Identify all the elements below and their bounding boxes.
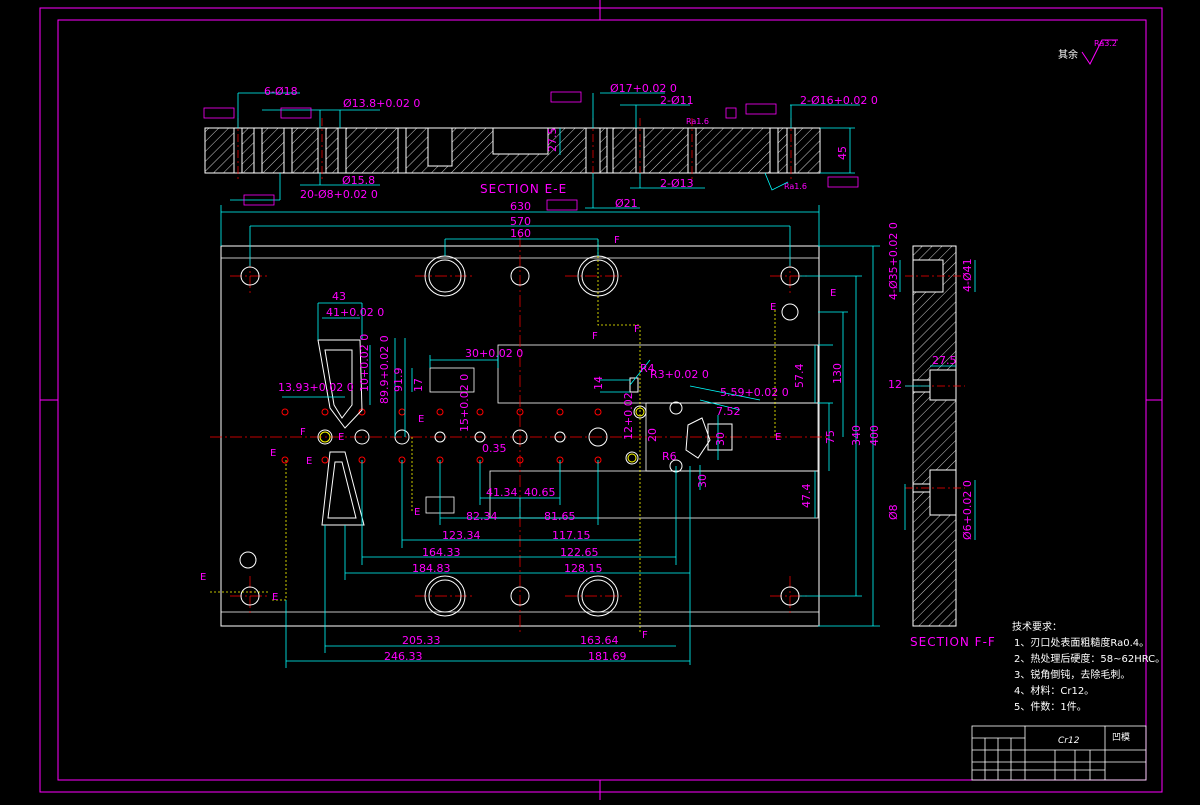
note-2: 2、热处理后硬度：58~62HRC。: [1014, 652, 1165, 665]
bottom-dim-r4-b: 122.65: [560, 546, 599, 559]
mid-dim-6: R3+0.02 0: [650, 368, 709, 381]
right-dim-2: 30: [714, 432, 727, 446]
mid-dim-7: 12+0.02: [622, 392, 635, 440]
section-ff-body: [912, 245, 957, 627]
right-dim-1: 7.52: [716, 405, 741, 418]
notes-heading: 技术要求：: [1012, 620, 1062, 633]
right-dim-8: 400: [868, 425, 881, 446]
top-dim-630: 630: [510, 200, 531, 213]
bottom-dim-r7-a: 246.33: [384, 650, 423, 663]
note-5: 5、件数：1件。: [1014, 700, 1087, 713]
left-dim-2: 10+0.02 0: [358, 334, 371, 392]
bottom-dim-r2-a: 82.34: [466, 510, 498, 523]
right-dim-3: 30: [696, 474, 709, 488]
mid-dim-4: 0.35: [482, 442, 507, 455]
cad-drawing-sheet: 其余 Ra3.2 6-Ø18 Ø13.8+0.02 0 Ø15.8 20-Ø8+…: [0, 0, 1200, 800]
note-4: 4、材料：Cr12。: [1014, 684, 1094, 697]
title-part-name: 凹模: [1112, 732, 1130, 743]
bottom-dim-r2-b: 81.65: [544, 510, 576, 523]
svg-text:F: F: [614, 235, 620, 246]
svg-text:F: F: [592, 331, 598, 342]
left-dim-1: 41+0.02 0: [326, 306, 384, 319]
mid-dim-1: 17: [412, 378, 425, 392]
roughness-value: Ra3.2: [1094, 39, 1117, 48]
svg-text:E: E: [830, 288, 836, 299]
mid-dim-3: 15+0.02 0: [458, 374, 471, 432]
section-ee-view: 6-Ø18 Ø13.8+0.02 0 Ø15.8 20-Ø8+0.02 0 Ø1…: [203, 82, 878, 211]
bottom-dim-r3-a: 123.34: [442, 529, 481, 542]
left-dim-5: 13.93+0.02 0: [278, 381, 354, 394]
bottom-dim-r6-a: 205.33: [402, 634, 441, 647]
right-dim-4: 57.4: [793, 364, 806, 389]
bottom-dim-r5-b: 128.15: [564, 562, 603, 575]
right-dim-9: 47.4: [800, 484, 813, 509]
bottom-dim-r7-b: 181.69: [588, 650, 627, 663]
ee-dim-10: 2-Ø16+0.02 0: [800, 94, 878, 107]
svg-text:F: F: [300, 427, 306, 438]
ff-dim-5: Ø6+0.02 0: [961, 480, 974, 540]
svg-text:F: F: [642, 630, 648, 641]
bottom-dim-r6-b: 163.64: [580, 634, 619, 647]
svg-text:E: E: [770, 302, 776, 313]
ee-dim-2: Ø15.8: [342, 174, 375, 187]
ee-dim-12: Ra1.6: [784, 182, 807, 191]
mid-dim-0: 30+0.02 0: [465, 347, 523, 360]
ff-dim-4: Ø8: [887, 504, 900, 520]
ee-dim-0: 6-Ø18: [264, 85, 298, 98]
svg-text:E: E: [418, 414, 424, 425]
right-dim-0: 5.59+0.02 0: [720, 386, 789, 399]
svg-text:E: E: [414, 507, 420, 518]
ee-dim-11: 45: [836, 146, 849, 160]
ff-dim-2: 27.5: [932, 354, 957, 367]
mid-dim-2: 14: [592, 376, 605, 390]
bottom-dim-r4-a: 164.33: [422, 546, 461, 559]
mid-dim-8: R6: [662, 450, 677, 463]
ee-dim-6: 27.5: [546, 128, 559, 153]
top-view: F F F E E E E E F E E E E E F 630 570 16…: [200, 200, 881, 668]
ee-dim-8: 2-Ø13: [660, 177, 694, 190]
section-markers: F F F E E E E E F E E E E E F: [200, 235, 836, 641]
left-dim-3: 89.9+0.02 0: [378, 335, 391, 404]
title-material: Cr12: [1058, 736, 1080, 746]
ee-dim-5: 2-Ø11: [660, 94, 694, 107]
bottom-dim-r1-b: 40.65: [524, 486, 556, 499]
section-ee-title: SECTION E-E: [480, 182, 567, 196]
technical-notes: 技术要求： 1、刃口处表面粗糙度Ra0.4。 2、热处理后硬度：58~62HRC…: [1012, 620, 1165, 713]
left-dim-4: 91.9: [392, 368, 405, 393]
svg-text:E: E: [272, 592, 278, 603]
svg-text:E: E: [270, 448, 276, 459]
ff-dim-0: 4-Ø35+0.02 0: [887, 222, 900, 300]
right-dim-7: 340: [850, 425, 863, 446]
svg-text:E: E: [306, 456, 312, 467]
ee-dim-1: Ø13.8+0.02 0: [343, 97, 420, 110]
note-3: 3、锐角倒钝，去除毛刺。: [1014, 668, 1130, 681]
left-dim-0: 43: [332, 290, 346, 303]
svg-text:E: E: [775, 432, 781, 443]
mid-dim-9: 20: [646, 428, 659, 442]
ff-dim-3: 12: [888, 378, 902, 391]
section-ff-title: SECTION F-F: [910, 635, 996, 649]
ee-dim-3: 20-Ø8+0.02 0: [300, 188, 378, 201]
bottom-dim-r5-a: 184.83: [412, 562, 451, 575]
bottom-dim-r3-b: 117.15: [552, 529, 591, 542]
note-1: 1、刃口处表面粗糙度Ra0.4。: [1014, 636, 1149, 649]
roughness-symbol: 其余 Ra3.2: [1058, 39, 1118, 65]
svg-text:F: F: [634, 324, 640, 335]
right-dim-5: 130: [831, 363, 844, 384]
section-ff-view: 4-Ø35+0.02 0 4-Ø41 27.5 12 Ø8 Ø6+0.02 0 …: [887, 222, 996, 649]
bottom-dim-r1-a: 41.34: [486, 486, 518, 499]
sheet-frame: [39, 0, 1163, 800]
right-dim-6: 75: [824, 430, 837, 444]
ff-dim-1: 4-Ø41: [961, 258, 974, 292]
svg-text:E: E: [338, 432, 344, 443]
ee-dim-9: Ø21: [615, 197, 638, 210]
svg-text:E: E: [200, 572, 206, 583]
roughness-prefix: 其余: [1058, 48, 1078, 61]
drawing-canvas: 其余 Ra3.2 6-Ø18 Ø13.8+0.02 0 Ø15.8 20-Ø8+…: [39, 0, 1165, 800]
ee-dim-7: Ra1.6: [686, 117, 709, 126]
top-dim-160: 160: [510, 227, 531, 240]
